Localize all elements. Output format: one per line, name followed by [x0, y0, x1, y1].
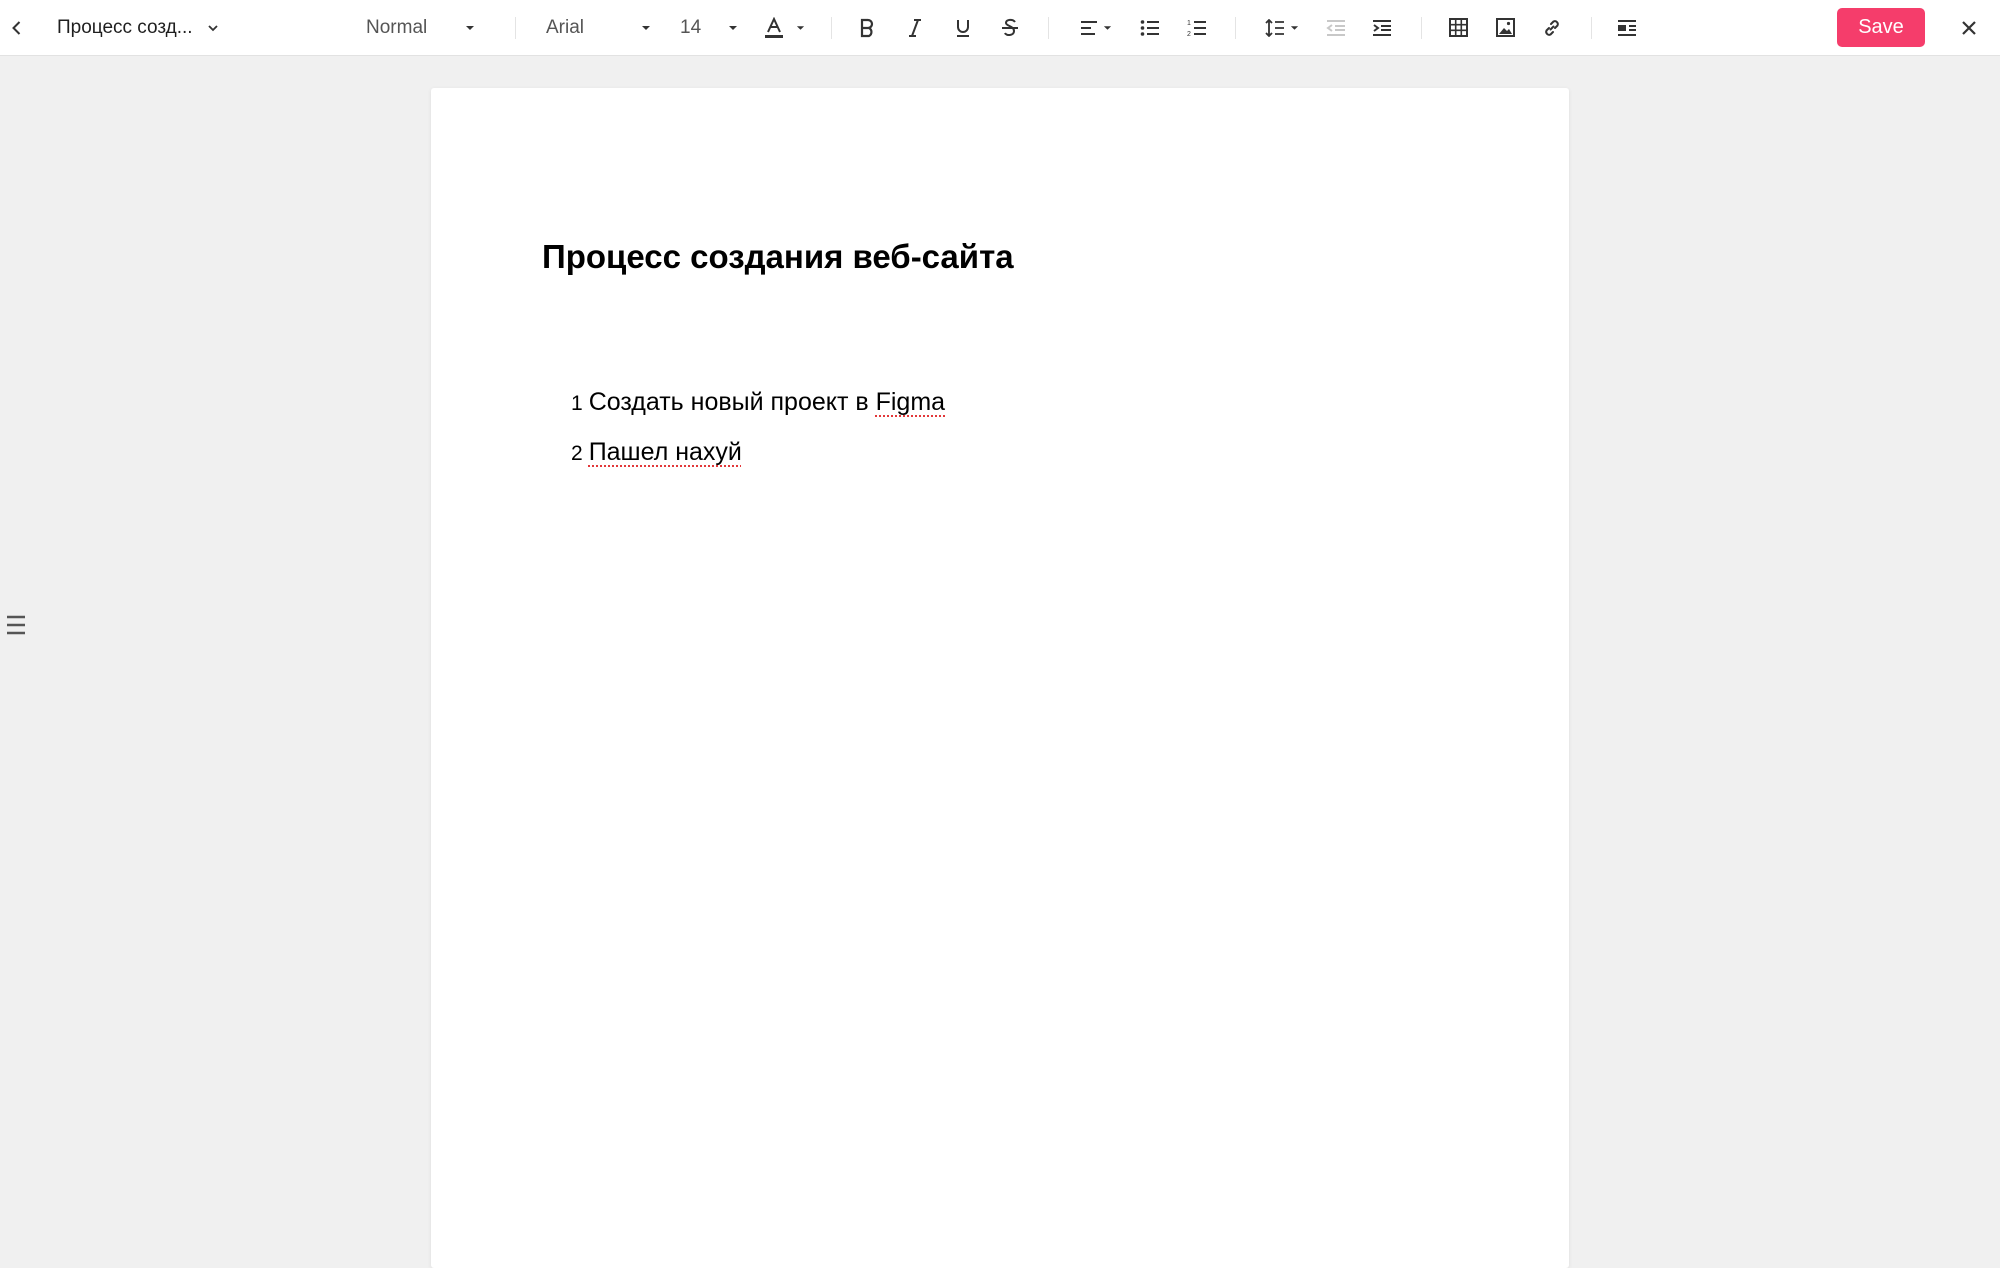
insert-table-button[interactable] — [1449, 0, 1468, 55]
font-family-value: Arial — [546, 16, 585, 38]
strikethrough-button[interactable] — [1001, 0, 1019, 55]
caret-down-icon — [729, 25, 738, 30]
svg-text:1: 1 — [1187, 20, 1191, 27]
bold-icon — [860, 18, 874, 37]
italic-button[interactable] — [906, 0, 924, 55]
toolbar-divider — [1235, 17, 1236, 39]
toolbar-divider — [1048, 17, 1049, 39]
link-icon — [1545, 19, 1559, 36]
close-icon — [1962, 20, 1976, 35]
misspelled-word[interactable]: Figma — [876, 388, 945, 416]
caret-down-icon — [642, 25, 651, 30]
side-menu-button[interactable] — [6, 614, 26, 636]
back-button[interactable] — [8, 0, 26, 55]
insert-image-button[interactable] — [1496, 0, 1515, 55]
underline-icon — [957, 19, 969, 37]
back-arrow-icon — [12, 20, 21, 35]
align-left-icon — [1081, 20, 1097, 35]
text-color-icon — [765, 16, 783, 38]
editor-toolbar: Процесс созд... Normal Arial 14 12 Save — [0, 0, 2000, 56]
paragraph-style-select[interactable]: Normal — [366, 0, 475, 55]
table-icon — [1449, 18, 1468, 37]
list-item-number: 1 — [571, 392, 583, 415]
document-name: Процесс созд... — [57, 16, 193, 38]
toolbar-divider — [1421, 17, 1422, 39]
caret-down-icon — [466, 25, 475, 30]
bullet-list-icon — [1140, 19, 1159, 36]
toolbar-divider — [831, 17, 832, 39]
caret-down-icon — [1103, 25, 1112, 30]
paragraph-style-value: Normal — [366, 16, 428, 38]
italic-icon — [909, 18, 921, 37]
chevron-down-icon — [207, 24, 218, 31]
indent-button[interactable] — [1372, 0, 1392, 55]
insert-link-button[interactable] — [1542, 0, 1562, 55]
bold-button[interactable] — [858, 0, 876, 55]
document-heading[interactable]: Процесс создания веб-сайта — [542, 238, 1014, 276]
numbered-list-icon: 12 — [1187, 20, 1206, 38]
strikethrough-icon — [1002, 18, 1018, 36]
document-page[interactable]: Процесс создания веб-сайта 1 Создать новы… — [431, 88, 1569, 1268]
save-button[interactable]: Save — [1837, 8, 1925, 47]
bullet-list-button[interactable] — [1140, 0, 1160, 55]
underline-button[interactable] — [954, 0, 972, 55]
list-item[interactable]: 1 Создать новый проект в Figma — [571, 388, 945, 417]
close-button[interactable] — [1960, 0, 1978, 55]
document-name-dropdown[interactable]: Процесс созд... — [57, 0, 219, 55]
list-item-number: 2 — [571, 442, 583, 465]
line-spacing-button[interactable] — [1265, 0, 1299, 55]
outdent-button[interactable] — [1326, 0, 1346, 55]
text-color-button[interactable] — [764, 0, 805, 55]
misspelled-word[interactable]: Пашел нахуй — [589, 438, 742, 466]
menu-icon — [7, 615, 25, 635]
indent-icon — [1373, 19, 1391, 36]
font-size-select[interactable]: 14 — [680, 0, 738, 55]
list-item[interactable]: 2 Пашел нахуй — [571, 438, 742, 467]
page-layout-button[interactable] — [1617, 0, 1637, 55]
image-icon — [1496, 18, 1515, 37]
numbered-list-button[interactable]: 12 — [1187, 0, 1207, 55]
list-item-text: Создать новый проект в — [588, 388, 876, 416]
toolbar-divider — [515, 17, 516, 39]
line-spacing-icon — [1265, 18, 1284, 37]
align-button[interactable] — [1080, 0, 1112, 55]
caret-down-icon — [1290, 25, 1299, 30]
font-size-value: 14 — [680, 16, 702, 38]
toolbar-divider — [1591, 17, 1592, 39]
outdent-icon — [1326, 19, 1345, 36]
svg-text:2: 2 — [1187, 31, 1191, 38]
page-layout-icon — [1618, 19, 1636, 36]
caret-down-icon — [796, 25, 805, 30]
font-family-select[interactable]: Arial — [546, 0, 651, 55]
